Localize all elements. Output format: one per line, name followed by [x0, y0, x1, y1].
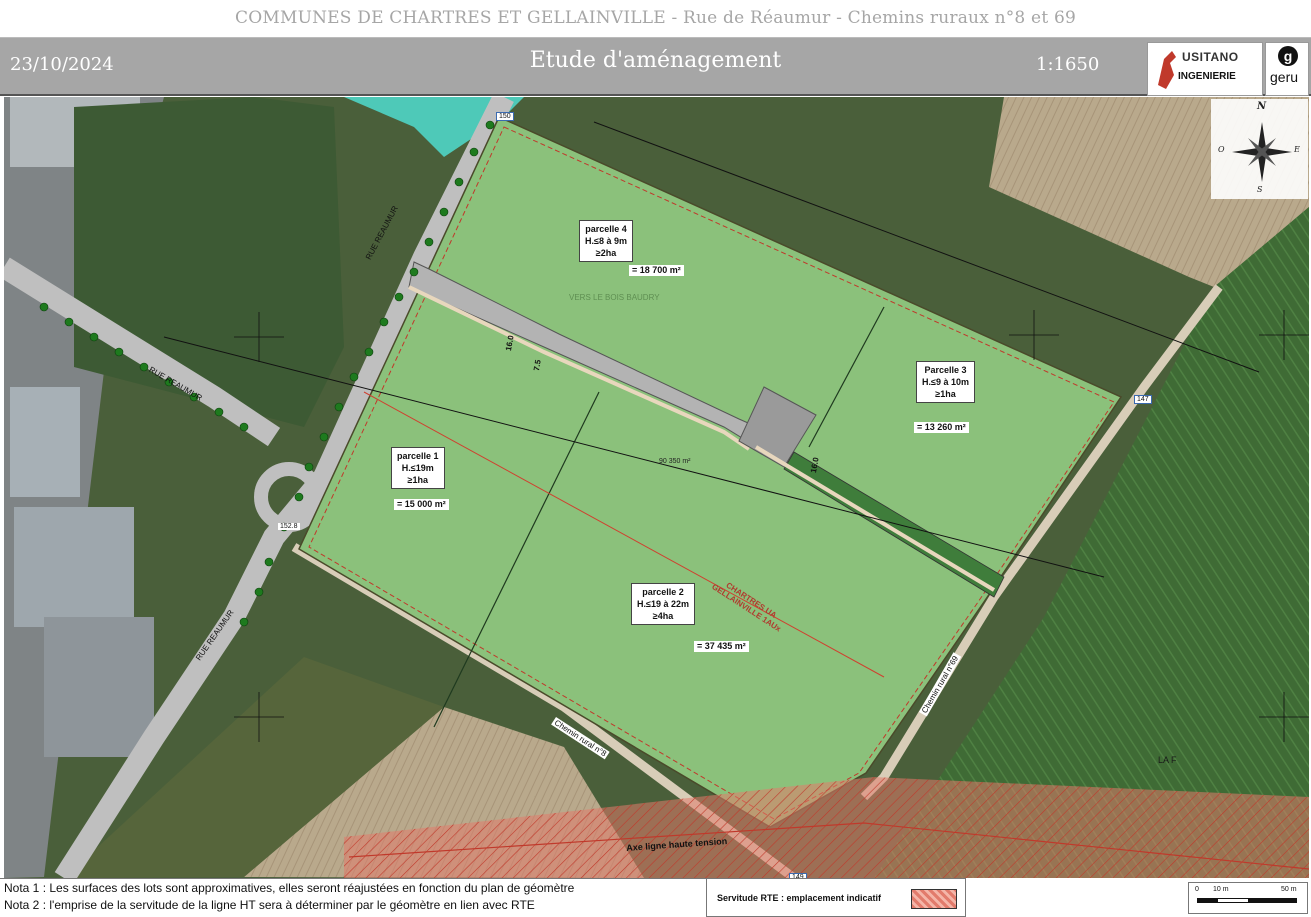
lusitano-logo-name: USITANO — [1182, 50, 1239, 64]
parcel-2-area: = 37 435 m² — [694, 641, 749, 652]
lieu-dit-laf: LA F — [1158, 755, 1177, 765]
grass-area — [74, 97, 344, 427]
map-scale: 1:1650 — [1036, 54, 1100, 75]
document-date: 23/10/2024 — [10, 54, 114, 75]
parcel-2-name: parcelle 2 — [642, 587, 684, 597]
compass-north-label: N — [1257, 101, 1267, 112]
point-150-label: 150 — [496, 112, 514, 121]
parcel-1-height: H.≤19m — [401, 463, 434, 473]
point-152-label: 152.8 — [278, 523, 300, 530]
parcel-1-area: = 15 000 m² — [394, 499, 449, 510]
parcel-1-label: parcelle 1 H.≤19m ≥1ha — [391, 447, 445, 489]
parcel-3-area: = 13 260 m² — [914, 422, 969, 433]
lusitano-logo: USITANO INGENIERIE — [1147, 42, 1263, 96]
parcel-4-name: parcelle 4 — [585, 224, 627, 234]
geru-logo: g geru — [1265, 42, 1309, 96]
legend-servitude-swatch — [911, 889, 957, 909]
parcel-4-area: = 18 700 m² — [629, 265, 684, 276]
scale-tick-50: 50 m — [1281, 886, 1297, 893]
parcel-1-min-area: ≥1ha — [407, 475, 428, 485]
scale-tick-0: 0 — [1195, 886, 1199, 893]
parcel-3-name: Parcelle 3 — [924, 365, 967, 375]
parcel-4-label: parcelle 4 H.≤8 à 9m ≥2ha — [579, 220, 633, 262]
scale-segment — [1249, 898, 1297, 903]
path-width-label: 7.5 — [532, 359, 543, 372]
parcel-2-min-area: ≥4ha — [652, 611, 674, 621]
parcel-1-name: parcelle 1 — [397, 451, 439, 461]
geru-logo-name: geru — [1270, 69, 1299, 85]
title-bar: COMMUNES DE CHARTRES ET GELLAINVILLE - R… — [0, 0, 1311, 38]
lusitano-horse-icon — [1158, 51, 1176, 89]
compass-west-label: O — [1218, 145, 1225, 154]
note-2: Nota 2 : l'emprise de la servitude de la… — [4, 898, 535, 912]
header-band: 23/10/2024 Etude d'aménagement 1:1650 — [0, 38, 1311, 96]
geru-mark-icon: g — [1278, 46, 1298, 66]
legend-servitude-label: Servitude RTE : emplacement indicatif — [717, 893, 882, 903]
study-title: Etude d'aménagement — [529, 48, 782, 73]
scale-segment — [1217, 898, 1249, 903]
warehouse-roof — [44, 617, 154, 757]
parcel-4-height: H.≤8 à 9m — [585, 236, 627, 246]
compass-south-label: S — [1257, 185, 1263, 194]
lieu-dit-label: VERS LE BOIS BAUDRY — [569, 293, 660, 302]
map-canvas — [4, 97, 1309, 878]
scale-tick-10: 10 m — [1213, 886, 1229, 893]
compass-east-label: E — [1294, 145, 1300, 154]
site-plan-map: N E S O parcelle 4 H.≤8 à 9m ≥2ha = 18 7… — [4, 97, 1309, 878]
lusitano-logo-sub: INGENIERIE — [1178, 71, 1236, 82]
scale-segment — [1197, 898, 1217, 903]
parcel-3-label: Parcelle 3 H.≤9 à 10m ≥1ha — [916, 361, 975, 403]
total-area-label: 90 350 m² — [659, 458, 691, 465]
note-1: Nota 1 : Les surfaces des lots sont appr… — [4, 881, 575, 895]
legend-panel: Servitude RTE : emplacement indicatif — [706, 878, 966, 917]
parcel-3-height: H.≤9 à 10m — [922, 377, 969, 387]
parcel-2-label: parcelle 2 H.≤19 à 22m ≥4ha — [631, 583, 695, 625]
document-title: COMMUNES DE CHARTRES ET GELLAINVILLE - R… — [235, 8, 1076, 28]
scale-bar: 0 10 m 50 m — [1188, 882, 1308, 914]
notes-panel: Nota 1 : Les surfaces des lots sont appr… — [0, 878, 706, 917]
warehouse-roof — [14, 507, 134, 627]
point-147-label: 147 — [1134, 395, 1152, 404]
warehouse-roof — [10, 387, 80, 497]
parcel-3-min-area: ≥1ha — [935, 389, 956, 399]
parcel-4-min-area: ≥2ha — [595, 248, 617, 258]
parcel-2-height: H.≤19 à 22m — [637, 599, 689, 609]
